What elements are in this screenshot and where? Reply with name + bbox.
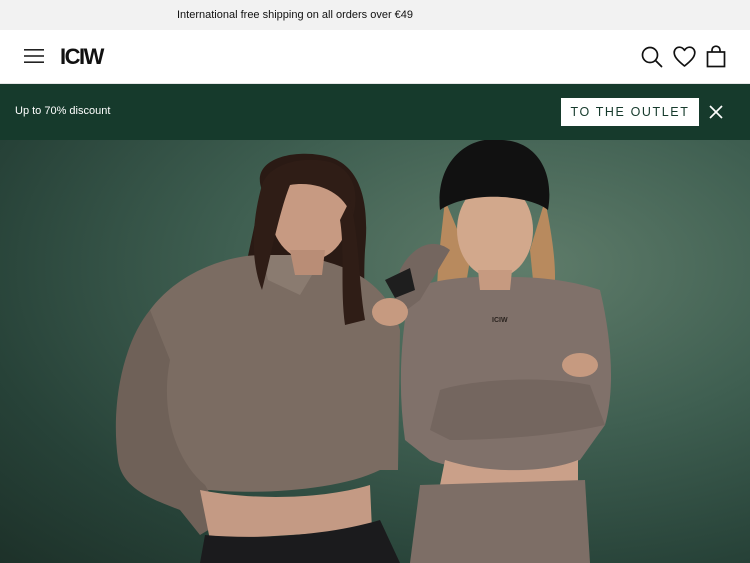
promo-text: Up to 70% discount bbox=[15, 105, 111, 117]
close-icon[interactable] bbox=[707, 103, 725, 121]
model-right bbox=[372, 140, 612, 563]
site-header: ICIW bbox=[0, 30, 750, 84]
hero-illustration: ICIW bbox=[115, 140, 612, 563]
announcement-text: International free shipping on all order… bbox=[177, 9, 414, 21]
hero-image[interactable]: ICIW bbox=[0, 140, 750, 563]
menu-icon[interactable] bbox=[24, 47, 44, 65]
bag-icon[interactable] bbox=[706, 45, 726, 68]
outlet-button[interactable]: TO THE OUTLET bbox=[561, 98, 699, 126]
heart-icon[interactable] bbox=[673, 46, 696, 68]
search-icon[interactable] bbox=[641, 46, 663, 68]
model-left bbox=[115, 153, 400, 563]
logo[interactable]: ICIW bbox=[60, 43, 104, 71]
announcement-bar: International free shipping on all order… bbox=[0, 0, 750, 30]
shirt-logo: ICIW bbox=[492, 317, 508, 324]
